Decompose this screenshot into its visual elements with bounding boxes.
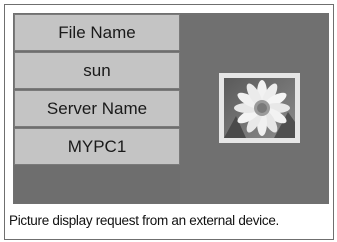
picture-info-panel: File Name sun Server Name MYPC1 xyxy=(13,13,329,204)
server-name-label: Server Name xyxy=(14,90,180,127)
dialog-frame: File Name sun Server Name MYPC1 Picture … xyxy=(4,4,334,240)
file-info-column: File Name sun Server Name MYPC1 xyxy=(14,14,180,203)
server-name-value: MYPC1 xyxy=(14,128,180,165)
flower-picture-icon xyxy=(224,78,295,138)
file-name-label: File Name xyxy=(14,14,180,51)
file-name-value: sun xyxy=(14,52,180,89)
thumbnail-area xyxy=(180,14,328,203)
picture-thumbnail xyxy=(219,73,300,143)
status-caption: Picture display request from an external… xyxy=(9,213,279,228)
